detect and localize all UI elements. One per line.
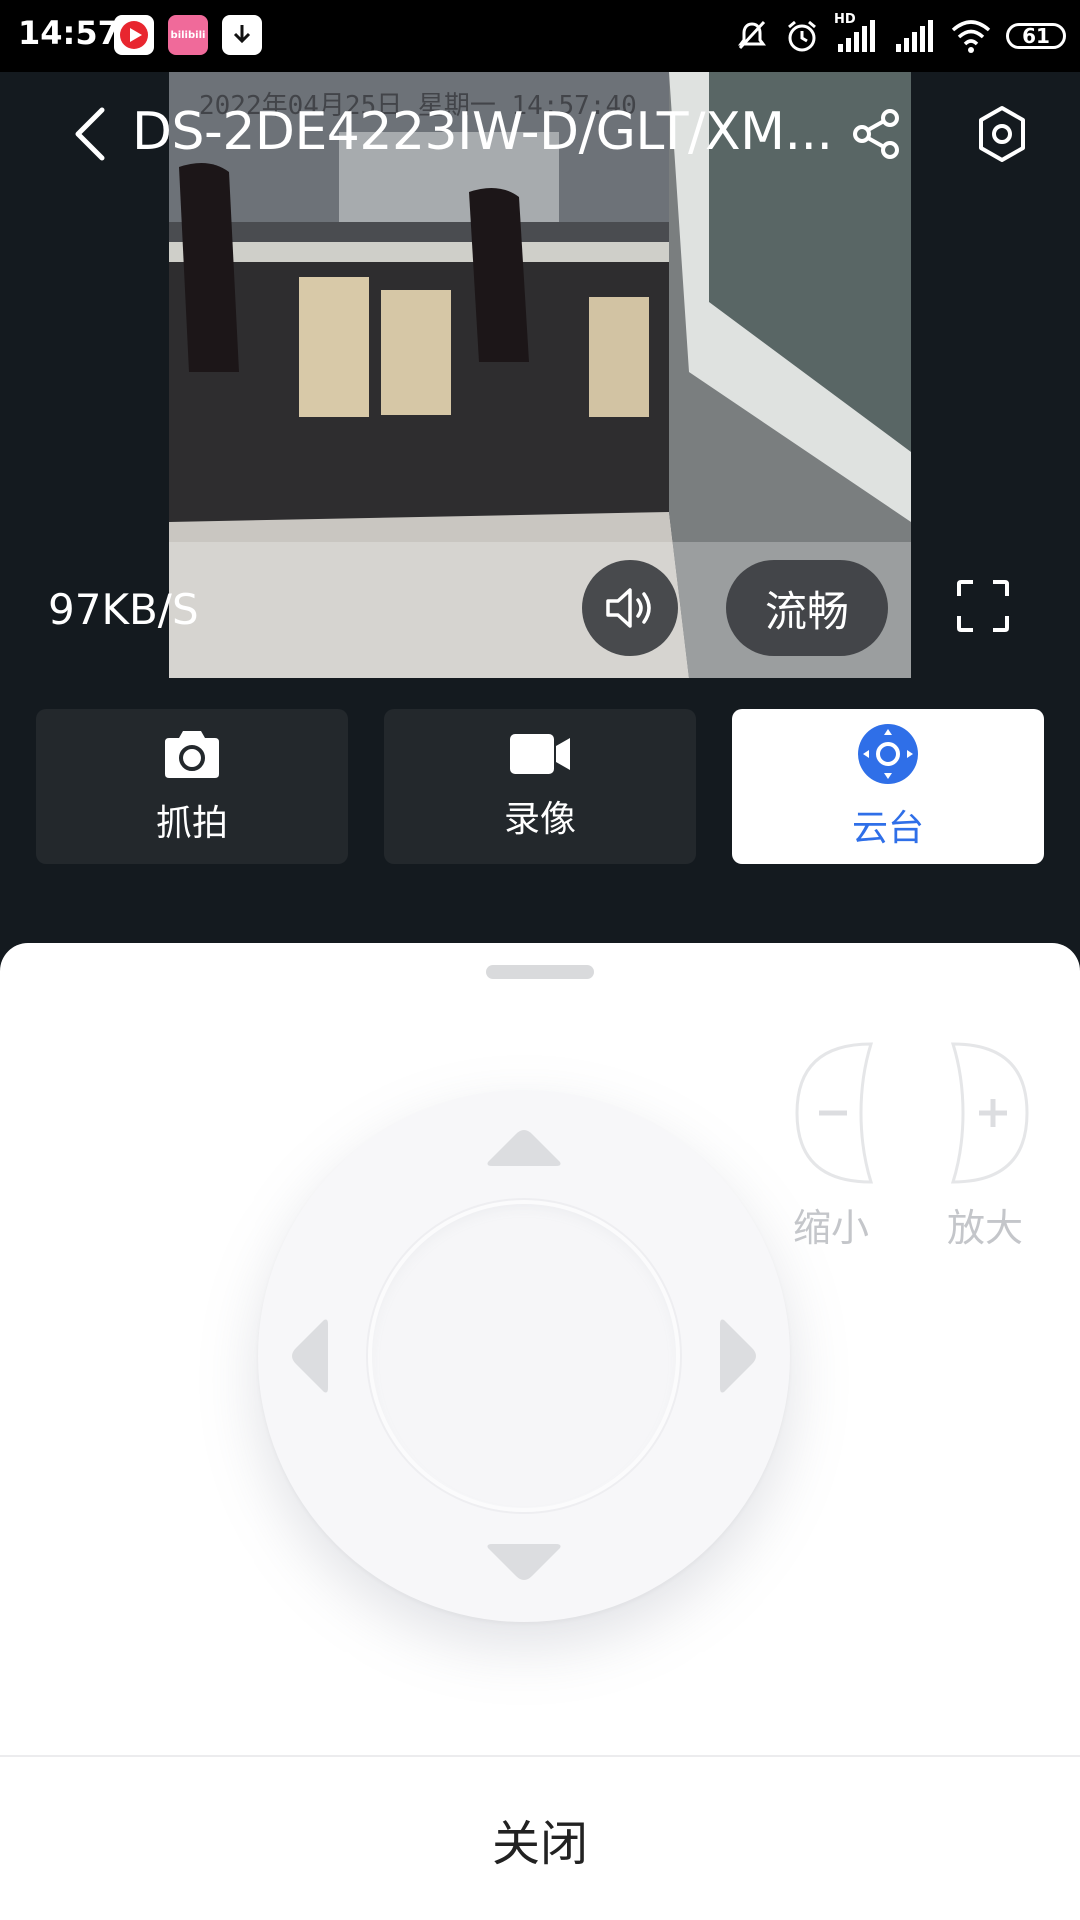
ptz-label: 云台 — [851, 807, 924, 849]
device-title: DS-2DE4223IW-D/GLT/XM... — [132, 102, 833, 162]
bitrate-readout: 97KB/S — [48, 585, 199, 634]
snapshot-label: 抓拍 — [155, 802, 228, 844]
ptz-icon — [858, 723, 918, 784]
record-button[interactable]: 录像 — [384, 709, 696, 864]
signal-icon: HD — [834, 12, 880, 54]
settings-icon[interactable] — [974, 104, 1030, 164]
snapshot-button[interactable]: 抓拍 — [36, 709, 348, 864]
status-icons: HD 61 — [734, 12, 1066, 60]
zoom-out-label: 缩小 — [793, 1206, 870, 1250]
video-app-icon — [114, 15, 154, 55]
ptz-button[interactable]: 云台 — [732, 709, 1044, 864]
fullscreen-icon[interactable] — [955, 578, 1011, 634]
close-button[interactable]: 关闭 — [0, 1757, 1080, 1920]
status-bar: 14:57 bilibili HD 61 — [0, 0, 1080, 72]
sound-toggle-button[interactable] — [582, 560, 678, 656]
signal-icon — [896, 20, 933, 52]
mute-icon — [738, 20, 766, 50]
camera-icon — [165, 730, 219, 778]
record-label: 录像 — [503, 798, 576, 840]
status-time: 14:57 — [18, 14, 120, 52]
ptz-center[interactable] — [368, 1200, 680, 1512]
share-icon[interactable] — [848, 106, 904, 162]
sheet-drag-handle[interactable] — [486, 965, 594, 979]
zoom-out-button[interactable] — [795, 1040, 875, 1186]
alarm-icon — [788, 20, 816, 52]
video-camera-icon — [510, 733, 570, 774]
bilibili-app-label: bilibili — [170, 29, 206, 41]
speaker-icon — [606, 588, 651, 628]
download-icon — [222, 15, 262, 55]
zoom-in-button[interactable] — [949, 1040, 1029, 1186]
wifi-icon — [951, 20, 991, 53]
pan-up-arrow-icon[interactable] — [484, 1126, 564, 1168]
ptz-panel: 缩小 放大 关闭 — [0, 943, 1080, 1920]
quality-button[interactable]: 流畅 — [726, 560, 888, 656]
pan-down-arrow-icon[interactable] — [484, 1542, 564, 1584]
pan-left-arrow-icon[interactable] — [288, 1316, 334, 1396]
battery-level: 61 — [1022, 24, 1050, 48]
back-icon[interactable] — [66, 104, 116, 164]
pan-right-arrow-icon[interactable] — [714, 1316, 760, 1396]
ptz-joystick[interactable] — [258, 1090, 790, 1622]
battery-indicator: 61 — [1006, 23, 1066, 49]
bilibili-app-icon: bilibili — [168, 15, 208, 55]
zoom-in-label: 放大 — [947, 1206, 1024, 1250]
